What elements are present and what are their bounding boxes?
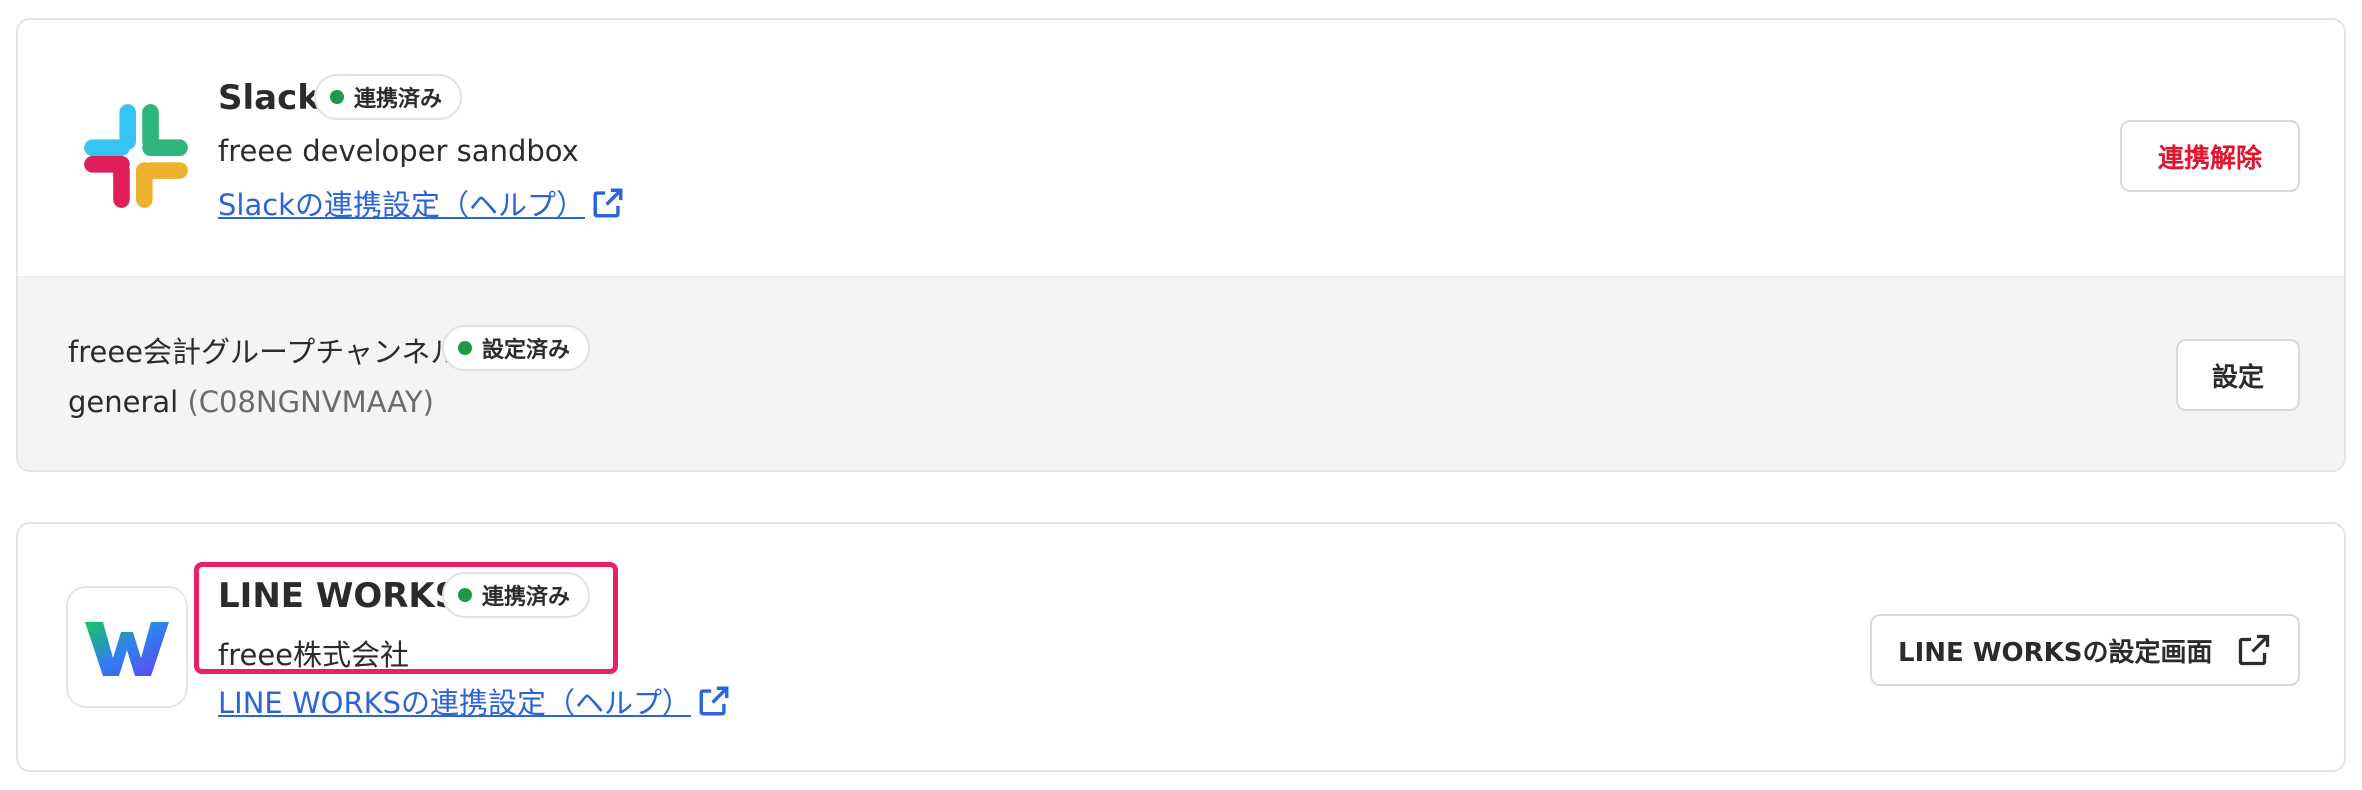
channel-name-line: general (C08NGNVMAAY) — [68, 385, 434, 419]
lineworks-logo-icon — [85, 622, 169, 676]
slack-help-link-label[interactable]: Slackの連携設定（ヘルプ） — [218, 182, 585, 224]
lineworks-logo — [66, 586, 188, 708]
lineworks-help-link-label[interactable]: LINE WORKSの連携設定（ヘルプ） — [218, 680, 691, 722]
lineworks-name: LINE WORKS — [218, 576, 460, 616]
channel-status-badge: 設定済み — [442, 325, 591, 371]
lineworks-status-text: 連携済み — [482, 585, 571, 610]
slack-header-section: Slack 連携済み freee developer sandbox Slack… — [18, 20, 2344, 276]
external-link-icon — [2238, 634, 2270, 666]
slack-status-badge: 連携済み — [314, 74, 463, 120]
external-link-icon — [699, 686, 729, 716]
status-dot-icon — [458, 341, 472, 355]
slack-status-text: 連携済み — [354, 87, 443, 112]
channel-label: freee会計グループチャンネル — [68, 335, 460, 369]
lineworks-settings-button[interactable]: LINE WORKSの設定画面 — [1870, 614, 2300, 686]
status-dot-icon — [458, 588, 472, 602]
lineworks-integration-card: LINE WORKS 連携済み freee株式会社 LINE WORKSの連携設… — [16, 522, 2346, 772]
slack-integration-card: Slack 連携済み freee developer sandbox Slack… — [16, 18, 2346, 472]
lineworks-company: freee株式会社 — [218, 638, 410, 672]
lineworks-status-badge: 連携済み — [442, 572, 591, 618]
lineworks-settings-button-label[interactable]: LINE WORKSの設定画面 — [1898, 632, 2213, 669]
channel-id: (C08NGNVMAAY) — [187, 385, 434, 419]
slack-name: Slack — [218, 78, 320, 118]
lineworks-help-link[interactable]: LINE WORKSの連携設定（ヘルプ） — [218, 680, 731, 722]
channel-settings-button[interactable]: 設定 — [2176, 339, 2300, 411]
slack-workspace-name: freee developer sandbox — [218, 134, 579, 168]
slack-logo-icon — [84, 104, 188, 208]
channel-status-text: 設定済み — [482, 338, 571, 363]
channel-name: general — [68, 385, 179, 419]
slack-channel-section: freee会計グループチャンネル 設定済み general (C08NGNVMA… — [18, 276, 2344, 470]
slack-help-link[interactable]: Slackの連携設定（ヘルプ） — [218, 182, 625, 224]
disconnect-button[interactable]: 連携解除 — [2120, 120, 2300, 192]
external-link-icon — [593, 188, 623, 218]
status-dot-icon — [330, 90, 344, 104]
